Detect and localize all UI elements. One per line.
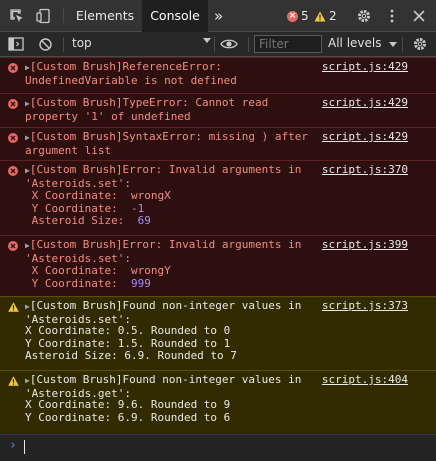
message-line: [Custom Brush]SyntaxError: missing ) aft… [29,130,308,143]
close-icon[interactable] [410,7,428,25]
field-value: -1 [130,201,145,215]
message-line: X Coordinate: 0.5. Rounded to 0 [25,324,231,337]
toolbar-divider [402,37,403,52]
text-caret [24,440,25,454]
message-line: [Custom Brush]Error: Invalid arguments i… [29,163,302,176]
message-detail: X Coordinate: 9.6. Rounded to 9 Y Coordi… [25,398,231,424]
message-line: argument list [25,143,112,157]
more-options-icon[interactable] [383,7,401,25]
toolbar-divider [63,37,64,52]
message-text: ▶[Custom Brush]TypeError: Cannot read pr… [25,96,269,123]
message-line: [Custom Brush]ReferenceError: [29,60,222,73]
message-text: ▶[Custom Brush]Found non-integer values … [25,299,302,326]
warning-icon [8,376,19,386]
warning-icon [8,302,19,312]
console-settings-gear-icon[interactable] [411,35,429,53]
log-levels-dropdown[interactable]: All levels [328,36,381,50]
message-line: [Custom Brush]TypeError: Cannot read [29,96,269,109]
error-icon [8,63,18,73]
error-icon: × [287,10,298,22]
field-value: wrongX [130,189,171,202]
devtools-toolbar: Elements Console » × 5 2 [0,0,436,32]
message-line: property '1' of undefined [25,109,191,123]
error-icon [8,133,18,143]
source-link[interactable]: script.js:429 [322,60,408,74]
warning-count: 2 [329,9,337,23]
field-label: Y Coordinate: [25,276,118,290]
message-line: X Coordinate: 9.6. Rounded to 9 [25,398,231,411]
console-messages: ▶[Custom Brush]ReferenceError: Undefined… [0,57,436,461]
field-value: 69 [137,214,151,227]
error-icon [8,241,18,251]
message-line: UndefinedVariable is not defined [25,73,237,87]
message-line: [Custom Brush]Found non-integer values i… [29,299,302,312]
message-line: Y Coordinate: 6.9. Rounded to 6 [25,410,231,424]
source-link[interactable]: script.js:429 [322,130,408,144]
console-error-message: ▶[Custom Brush]ReferenceError: Undefined… [0,57,436,93]
error-count-badge[interactable]: × 5 [287,8,309,24]
levels-dropdown-icon[interactable] [389,42,397,47]
console-warning-message: ▶[Custom Brush]Found non-integer values … [0,370,436,433]
device-toolbar-icon[interactable] [35,7,53,25]
message-line: [Custom Brush]Found non-integer values i… [29,373,302,386]
tab-console[interactable]: Console [142,0,208,32]
message-line: 'Asteroids.set': [25,176,131,190]
tab-elements[interactable]: Elements [70,0,140,32]
message-line: Y Coordinate: 1.5. Rounded to 1 [25,336,231,350]
source-link[interactable]: script.js:370 [322,163,408,177]
error-icon [8,99,18,109]
message-text: ▶[Custom Brush]SyntaxError: missing ) af… [25,130,308,157]
warning-icon [314,11,326,21]
console-error-message: ▶[Custom Brush]Error: Invalid arguments … [0,235,436,296]
message-line: 'Asteroids.set': [25,251,131,265]
toolbar-divider [63,8,64,23]
console-prompt[interactable]: › [0,434,436,459]
message-text: ▶[Custom Brush]Error: Invalid arguments … [25,163,302,228]
error-count: 5 [301,9,309,23]
console-toolbar: top All levels [0,32,436,57]
console-error-message: ▶[Custom Brush]SyntaxError: missing ) af… [0,127,436,160]
field-value: wrongY [130,264,171,277]
settings-gear-icon[interactable] [355,7,373,25]
message-line: Asteroid Size: 6.9. Rounded to 7 [25,349,237,362]
source-link[interactable]: script.js:373 [322,299,408,313]
message-line: [Custom Brush]Error: Invalid arguments i… [29,238,302,251]
message-text: ▶[Custom Brush]Found non-integer values … [25,373,302,400]
message-text: ▶[Custom Brush]ReferenceError: Undefined… [25,60,237,87]
source-link[interactable]: script.js:404 [322,373,408,387]
prompt-chevron-icon: › [9,438,17,453]
field-label: Asteroid Size: [25,214,125,227]
console-error-message: ▶[Custom Brush]TypeError: Cannot read pr… [0,93,436,127]
message-text: ▶[Custom Brush]Error: Invalid arguments … [25,238,302,290]
console-warning-message: ▶[Custom Brush]Found non-integer values … [0,296,436,370]
warning-count-badge[interactable]: 2 [314,8,337,24]
source-link[interactable]: script.js:399 [322,238,408,252]
context-selector[interactable]: top [72,36,92,50]
source-link[interactable]: script.js:429 [322,96,408,110]
field-label: X Coordinate: [25,264,118,277]
field-label: Y Coordinate: [25,201,118,215]
live-expression-eye-icon[interactable] [220,35,238,53]
field-value: 999 [130,276,151,290]
clear-console-icon[interactable] [36,35,54,53]
toolbar-divider [214,37,215,52]
field-label: X Coordinate: [25,189,118,202]
sidebar-toggle-icon[interactable] [7,35,25,53]
message-detail: X Coordinate: 0.5. Rounded to 0 Y Coordi… [25,324,237,363]
context-dropdown-icon[interactable] [203,38,211,43]
console-error-message: ▶[Custom Brush]Error: Invalid arguments … [0,160,436,235]
filter-input[interactable] [254,35,322,53]
inspect-element-icon[interactable] [8,7,26,25]
more-tabs-button[interactable]: » [214,0,228,32]
toolbar-divider [248,37,249,52]
error-icon [8,166,18,176]
